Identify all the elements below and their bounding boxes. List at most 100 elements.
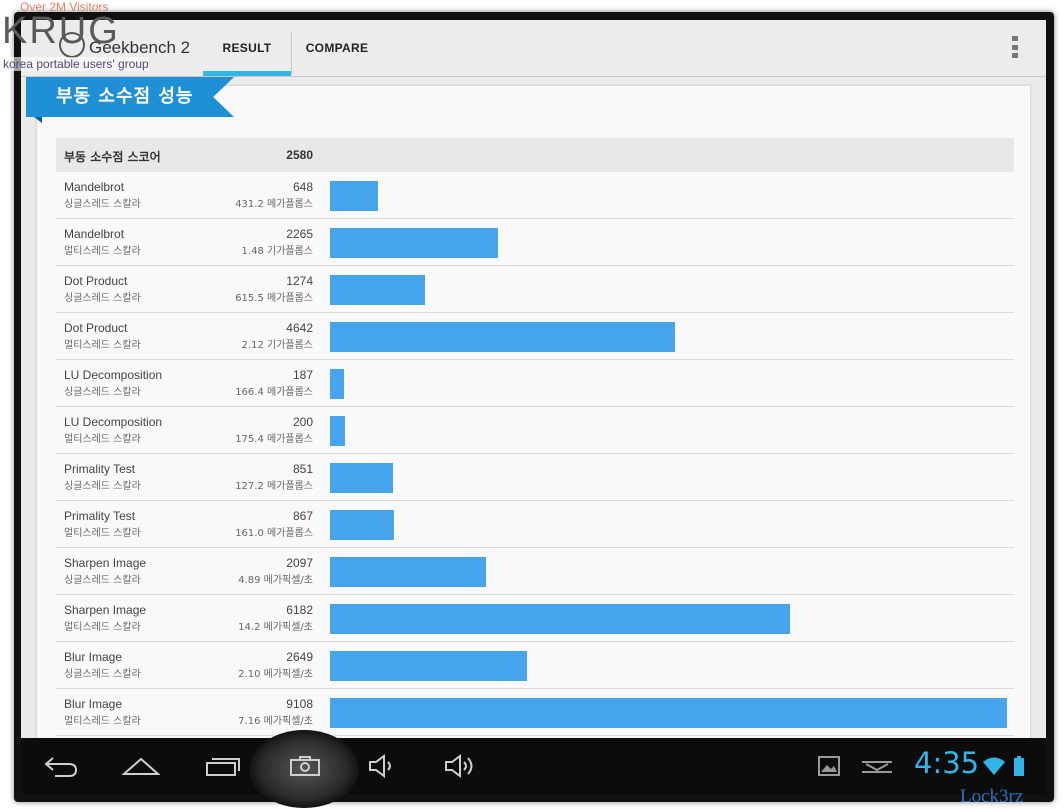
score-bar <box>330 510 394 540</box>
tab-divider <box>291 32 292 74</box>
benchmark-row[interactable]: LU Decomposition 싱글스레드 스칼라 187 166.4 메가플롭스 <box>56 360 1014 407</box>
benchmark-name: Dot Product <box>64 321 128 335</box>
benchmark-mode: 멀티스레드 스칼라 <box>64 246 141 257</box>
benchmark-rate: 14.2 메가픽셀/초 <box>238 622 313 633</box>
benchmark-score: 2097 <box>286 556 313 570</box>
app-screen: Geekbench 2 RESULT COMPARE 부동 소수점 성능 부동 … <box>21 20 1046 738</box>
system-navigation-bar: 4:35 <box>21 730 1046 808</box>
score-value: 2580 <box>286 148 313 162</box>
benchmark-row[interactable]: Dot Product 싱글스레드 스칼라 1274 615.5 메가플롭스 <box>56 266 1014 313</box>
tab-compare[interactable]: COMPARE <box>299 20 375 76</box>
benchmark-row[interactable]: Blur Image 싱글스레드 스칼라 2649 2.10 메가픽셀/초 <box>56 642 1014 689</box>
volume-down-icon[interactable] <box>361 738 405 794</box>
krug-watermark: Over 2M Visitors KRUG korea portable use… <box>0 0 175 72</box>
benchmark-mode: 싱글스레드 스칼라 <box>64 293 141 304</box>
benchmark-name: Mandelbrot <box>64 227 125 241</box>
benchmark-name: Primality Test <box>64 462 136 476</box>
benchmark-mode: 싱글스레드 스칼라 <box>64 481 141 492</box>
benchmark-score: 648 <box>292 180 313 194</box>
score-bar <box>330 369 344 399</box>
benchmark-score: 6182 <box>286 603 313 617</box>
score-bar <box>330 463 393 493</box>
benchmark-row[interactable]: Blur Image 멀티스레드 스칼라 9108 7.16 메가픽셀/초 <box>56 689 1014 736</box>
benchmark-row[interactable]: Sharpen Image 멀티스레드 스칼라 6182 14.2 메가픽셀/초 <box>56 595 1014 642</box>
score-label: 부동 소수점 스코어 <box>64 150 161 164</box>
ribbon-fold <box>34 117 42 123</box>
benchmark-rate: 7.16 메가픽셀/초 <box>238 716 313 727</box>
benchmark-row[interactable]: Sharpen Image 싱글스레드 스칼라 2097 4.89 메가픽셀/초 <box>56 548 1014 595</box>
home-icon[interactable] <box>119 738 163 794</box>
download-notification-icon[interactable] <box>859 738 895 794</box>
benchmark-mode: 멀티스레드 스칼라 <box>64 716 141 727</box>
status-clock: 4:35 <box>914 746 980 780</box>
benchmark-rate: 175.4 메가플롭스 <box>235 434 313 445</box>
watermark-tagline: korea portable users' group <box>3 57 149 71</box>
tab-result[interactable]: RESULT <box>203 20 291 76</box>
benchmark-mode: 멀티스레드 스칼라 <box>64 340 141 351</box>
benchmark-name: LU Decomposition <box>64 415 163 429</box>
benchmark-mode: 멀티스레드 스칼라 <box>64 622 141 633</box>
benchmark-name: Mandelbrot <box>64 180 125 194</box>
score-bar <box>330 557 486 587</box>
gallery-notification-icon[interactable] <box>816 738 842 794</box>
benchmark-row[interactable]: Primality Test 싱글스레드 스칼라 851 127.2 메가플롭스 <box>56 454 1014 501</box>
benchmark-rate: 4.89 메가픽셀/초 <box>238 575 313 586</box>
benchmark-mode: 싱글스레드 스칼라 <box>64 575 141 586</box>
benchmark-score: 1274 <box>286 274 313 288</box>
benchmark-rate: 2.12 기가플롭스 <box>241 340 313 351</box>
benchmark-name: Dot Product <box>64 274 128 288</box>
benchmark-score: 851 <box>292 462 313 476</box>
benchmark-row[interactable]: Mandelbrot 멀티스레드 스칼라 2265 1.48 기가플롭스 <box>56 219 1014 266</box>
benchmark-mode: 멀티스레드 스칼라 <box>64 528 141 539</box>
benchmark-list: Mandelbrot 싱글스레드 스칼라 648 431.2 메가플롭스 Mandelb… <box>56 172 1014 736</box>
score-bar <box>330 275 425 305</box>
score-bar <box>330 322 675 352</box>
score-header: 부동 소수점 스코어 2580 <box>56 138 1014 172</box>
benchmark-name: Blur Image <box>64 650 123 664</box>
recent-apps-icon[interactable] <box>201 738 245 794</box>
benchmark-row[interactable]: LU Decomposition 멀티스레드 스칼라 200 175.4 메가플롭스 <box>56 407 1014 454</box>
benchmark-row[interactable]: Dot Product 멀티스레드 스칼라 4642 2.12 기가플롭스 <box>56 313 1014 360</box>
benchmark-score: 200 <box>292 415 313 429</box>
score-bar <box>330 698 1007 728</box>
score-bar <box>330 604 790 634</box>
tab-selected-indicator <box>203 71 291 76</box>
watermark-logo: KRUG <box>2 10 120 52</box>
signature: Lock3rz <box>960 786 1024 807</box>
score-bar <box>330 181 378 211</box>
benchmark-mode: 싱글스레드 스칼라 <box>64 669 141 680</box>
overflow-menu-icon[interactable] <box>1012 36 1018 58</box>
volume-up-icon[interactable] <box>439 738 483 794</box>
benchmark-name: Primality Test <box>64 509 136 523</box>
score-bar <box>330 416 345 446</box>
benchmark-score: 2265 <box>286 227 313 241</box>
benchmark-mode: 싱글스레드 스칼라 <box>64 387 141 398</box>
benchmark-score: 867 <box>292 509 313 523</box>
benchmark-score: 187 <box>292 368 313 382</box>
score-bar <box>330 228 498 258</box>
benchmark-row[interactable]: Primality Test 멀티스레드 스칼라 867 161.0 메가플롭스 <box>56 501 1014 548</box>
benchmark-rate: 166.4 메가플롭스 <box>235 387 313 398</box>
benchmark-name: LU Decomposition <box>64 368 163 382</box>
benchmark-name: Sharpen Image <box>64 556 147 570</box>
benchmark-rate: 161.0 메가플롭스 <box>235 528 313 539</box>
benchmark-rate: 1.48 기가플롭스 <box>241 246 313 257</box>
screenshot-camera-icon[interactable] <box>283 738 327 794</box>
benchmark-score: 2649 <box>286 650 313 664</box>
benchmark-mode: 멀티스레드 스칼라 <box>64 434 141 445</box>
benchmark-row[interactable]: Mandelbrot 싱글스레드 스칼라 648 431.2 메가플롭스 <box>56 172 1014 219</box>
benchmark-rate: 615.5 메가플롭스 <box>235 293 313 304</box>
back-icon[interactable] <box>39 738 83 794</box>
benchmark-rate: 127.2 메가플롭스 <box>235 481 313 492</box>
section-title: 부동 소수점 성능 <box>26 77 234 117</box>
score-bar <box>330 651 527 681</box>
benchmark-score: 9108 <box>286 697 313 711</box>
benchmark-score: 4642 <box>286 321 313 335</box>
benchmark-mode: 싱글스레드 스칼라 <box>64 199 141 210</box>
tab-compare-label: COMPARE <box>305 41 369 55</box>
benchmark-name: Blur Image <box>64 697 123 711</box>
benchmark-name: Sharpen Image <box>64 603 147 617</box>
benchmark-rate: 431.2 메가플롭스 <box>235 199 313 210</box>
tab-result-label: RESULT <box>222 41 272 55</box>
benchmark-rate: 2.10 메가픽셀/초 <box>238 669 313 680</box>
